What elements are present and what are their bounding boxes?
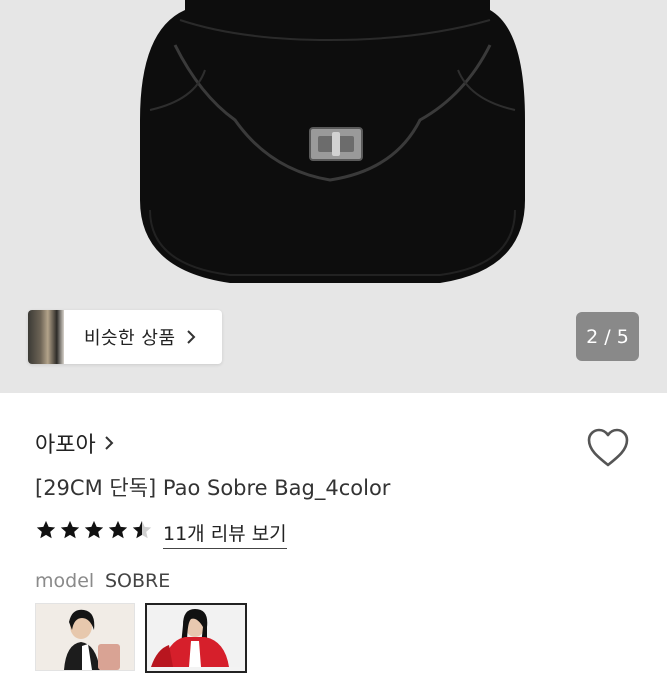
image-counter: 2 / 5 [576, 312, 639, 361]
heart-icon[interactable] [586, 427, 630, 469]
product-image-gallery[interactable]: 비슷한 상품 2 / 5 [0, 0, 667, 393]
product-title: [29CM 단독] Pao Sobre Bag_4color [35, 476, 391, 500]
similar-products-thumbnail [28, 310, 64, 364]
star-icon [60, 520, 80, 539]
brand-link[interactable]: 아포아 [35, 427, 114, 459]
star-icon [108, 520, 128, 539]
similar-products-button[interactable]: 비슷한 상품 [28, 310, 222, 364]
star-icon [84, 520, 104, 539]
chevron-right-icon [104, 435, 114, 451]
brand-name: 아포아 [35, 433, 96, 458]
model-thumbnail-1[interactable] [35, 603, 135, 671]
option-value: SOBRE [105, 570, 171, 592]
rating-stars [35, 519, 155, 541]
model-photo-2 [147, 605, 241, 667]
option-label: model [35, 570, 95, 592]
reviews-link[interactable]: 11개 리뷰 보기 [163, 519, 287, 549]
star-icon [132, 520, 152, 539]
star-icon [36, 520, 56, 539]
model-thumbnail-2[interactable] [145, 603, 247, 673]
chevron-right-icon [186, 329, 196, 345]
similar-products-label: 비슷한 상품 [84, 328, 176, 349]
model-photo-1 [36, 604, 134, 670]
